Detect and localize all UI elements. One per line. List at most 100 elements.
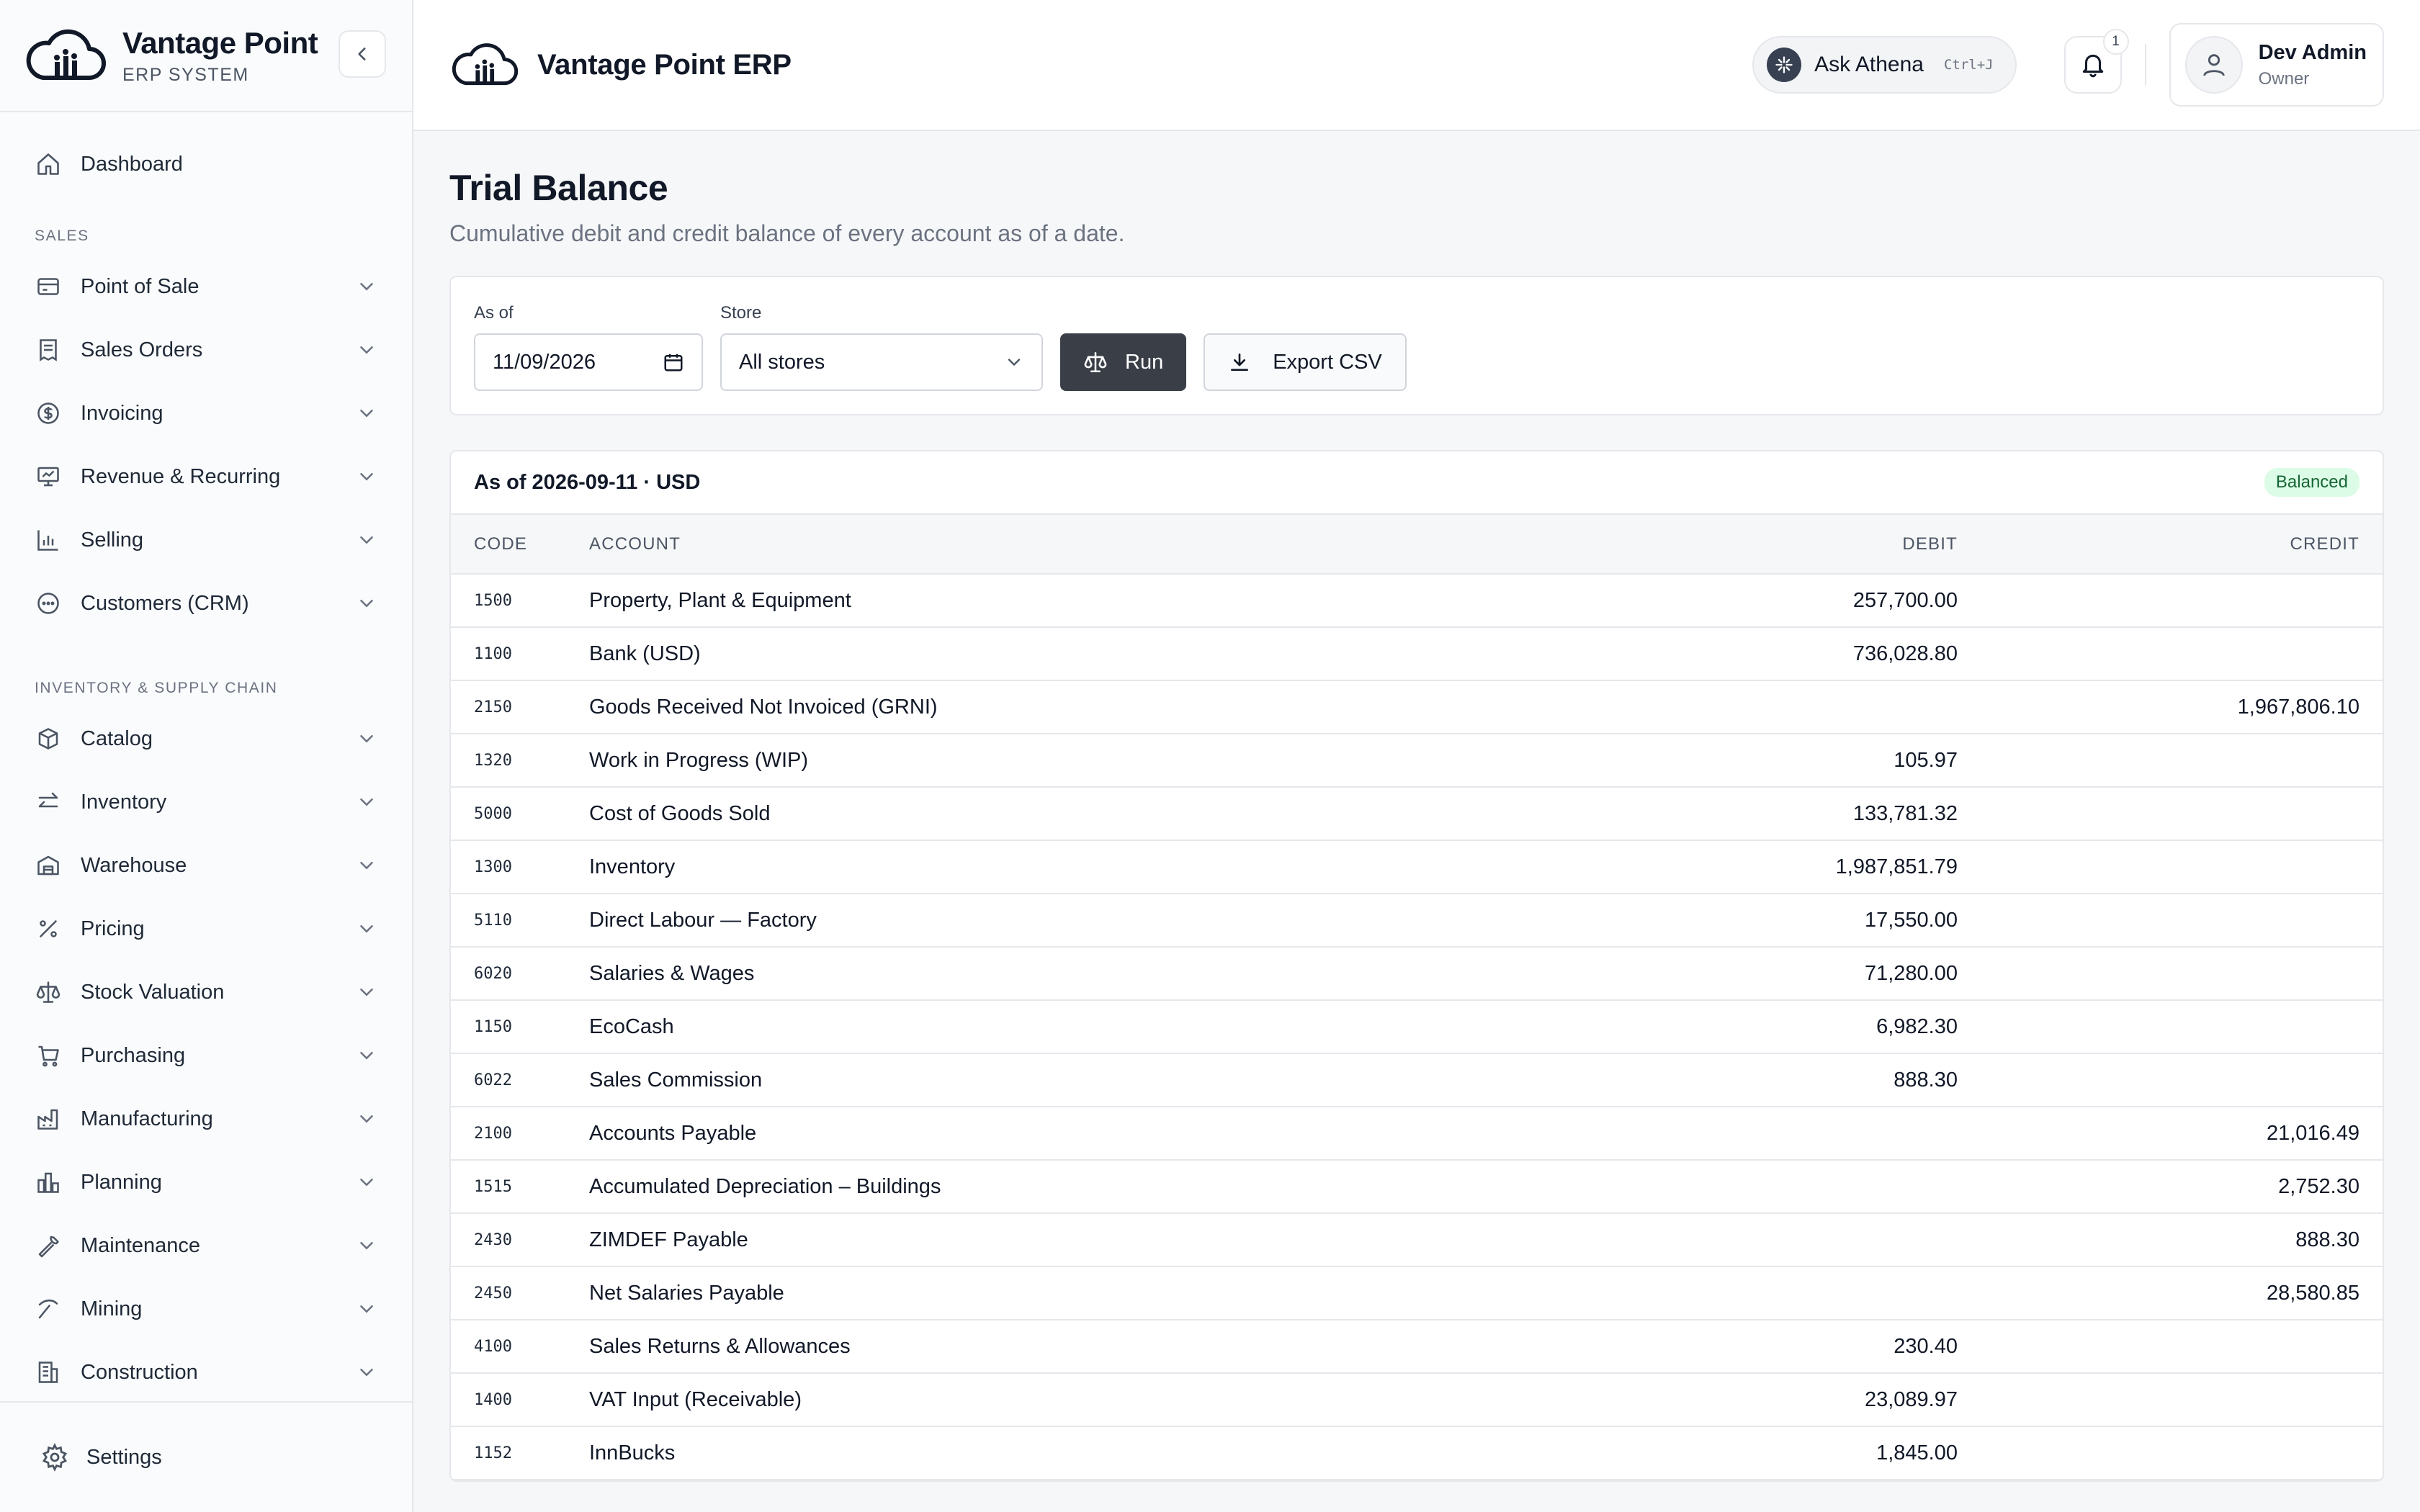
status-badge: Balanced [2264, 468, 2360, 497]
sidebar-item-label: Mining [81, 1297, 143, 1320]
calendar-icon[interactable] [663, 351, 684, 373]
receipt-icon [35, 336, 62, 364]
table-row[interactable]: 1152 InnBucks 1,845.00 [451, 1426, 2383, 1480]
notification-count-badge: 1 [2102, 29, 2129, 55]
as-of-date-input[interactable]: 11/09/2026 [474, 333, 703, 391]
store-label: Store [720, 303, 762, 323]
sidebar-item-revenue-recurring[interactable]: Revenue & Recurring [0, 445, 412, 508]
sidebar-item-manufacturing[interactable]: Manufacturing [0, 1087, 412, 1151]
table-row[interactable]: 1515 Accumulated Depreciation – Buildings… [451, 1160, 2383, 1214]
table-row[interactable]: 1150 EcoCash 6,982.30 [451, 1000, 2383, 1054]
chat-bubble-icon [35, 590, 62, 617]
debit-cell [1533, 1107, 1965, 1161]
table-row[interactable]: 5000 Cost of Goods Sold 133,781.32 [451, 787, 2383, 841]
sidebar-item-maintenance[interactable]: Maintenance [0, 1214, 412, 1277]
debit-cell: 230.40 [1533, 1320, 1965, 1374]
account-name-cell: Property, Plant & Equipment [589, 574, 1533, 628]
gear-icon [42, 1443, 68, 1472]
column-header-account[interactable]: ACCOUNT [589, 515, 1533, 575]
sidebar-section-inventory: INVENTORY & SUPPLY CHAIN [35, 680, 278, 696]
chevron-down-icon [360, 1369, 373, 1377]
table-row[interactable]: 2450 Net Salaries Payable 28,580.85 [451, 1266, 2383, 1320]
column-header-debit[interactable]: DEBIT [1533, 515, 1965, 575]
account-code-cell: 1400 [451, 1373, 589, 1427]
table-row[interactable]: 6022 Sales Commission 888.30 [451, 1053, 2383, 1107]
debit-cell [1533, 1266, 1965, 1320]
chevron-down-icon [360, 735, 373, 743]
account-code-cell: 1500 [451, 574, 589, 628]
sidebar-item-planning[interactable]: Planning [0, 1151, 412, 1214]
collapse-sidebar-button[interactable] [339, 30, 386, 78]
account-code-cell: 2430 [451, 1213, 589, 1267]
column-header-code[interactable]: CODE [451, 515, 589, 575]
debit-cell: 71,280.00 [1533, 947, 1965, 1001]
export-csv-button[interactable]: Export CSV [1204, 333, 1407, 391]
debit-cell: 23,089.97 [1533, 1373, 1965, 1427]
table-row[interactable]: 1400 VAT Input (Receivable) 23,089.97 [451, 1373, 2383, 1427]
account-name-cell: Bank (USD) [589, 627, 1533, 681]
keyboard-shortcut: Ctrl+J [1943, 57, 1994, 73]
sidebar-item-pricing[interactable]: Pricing [0, 897, 412, 960]
sidebar-item-label: Planning [81, 1170, 162, 1194]
presentation-chart-icon [35, 463, 62, 490]
table-row[interactable]: 1300 Inventory 1,987,851.79 [451, 840, 2383, 894]
sidebar-item-customers-crm[interactable]: Customers (CRM) [0, 572, 412, 635]
table-row[interactable]: 1500 Property, Plant & Equipment 257,700.0… [451, 574, 2383, 628]
sidebar-item-inventory[interactable]: Inventory [0, 770, 412, 834]
table-row[interactable]: 1100 Bank (USD) 736,028.80 [451, 627, 2383, 681]
credit-cell: 28,580.85 [1965, 1266, 2383, 1320]
debit-cell: 17,550.00 [1533, 894, 1965, 948]
table-row[interactable]: 4100 Sales Returns & Allowances 230.40 [451, 1320, 2383, 1374]
wrench-icon [35, 1232, 62, 1259]
user-role: Owner [2258, 68, 2310, 89]
account-code-cell: 1320 [451, 734, 589, 788]
sidebar-item-settings[interactable]: Settings [0, 1401, 412, 1512]
sidebar-item-invoicing[interactable]: Invoicing [0, 382, 412, 445]
brand-header: Vantage Point ERP SYSTEM [0, 0, 412, 112]
sidebar-item-purchasing[interactable]: Purchasing [0, 1024, 412, 1087]
sidebar-item-label: Revenue & Recurring [81, 464, 281, 488]
table-row[interactable]: 2150 Goods Received Not Invoiced (GRNI) 1,… [451, 680, 2383, 734]
sidebar-item-warehouse[interactable]: Warehouse [0, 834, 412, 897]
sidebar-item-sales-orders[interactable]: Sales Orders [0, 318, 412, 382]
account-name-cell: Direct Labour — Factory [589, 894, 1533, 948]
debit-cell: 1,987,851.79 [1533, 840, 1965, 894]
table-row[interactable]: 2430 ZIMDEF Payable 888.30 [451, 1213, 2383, 1267]
sidebar-item-mining[interactable]: Mining [0, 1277, 412, 1341]
divider [2144, 44, 2146, 86]
sidebar-item-stock-valuation[interactable]: Stock Valuation [0, 960, 412, 1024]
run-button[interactable]: Run [1060, 333, 1187, 391]
sidebar-item-label: Stock Valuation [81, 980, 225, 1004]
account-name-cell: Accumulated Depreciation – Buildings [589, 1160, 1533, 1214]
ask-athena-button[interactable]: Ask Athena Ctrl+J [1752, 36, 2017, 94]
table-row[interactable]: 1320 Work in Progress (WIP) 105.97 [451, 734, 2383, 788]
sidebar-item-point-of-sale[interactable]: Point of Sale [0, 255, 412, 318]
sparkle-icon [1767, 48, 1802, 82]
building-icon [35, 1359, 62, 1386]
sidebar-item-label: Manufacturing [81, 1107, 213, 1130]
column-header-credit[interactable]: CREDIT [1965, 515, 2383, 575]
sidebar-item-dashboard[interactable]: Dashboard [0, 132, 412, 196]
report-heading: As of 2026-09-11 · USD [474, 470, 701, 494]
avatar [2184, 36, 2243, 94]
table-row[interactable]: 2100 Accounts Payable 21,016.49 [451, 1107, 2383, 1161]
table-row[interactable]: 6020 Salaries & Wages 71,280.00 [451, 947, 2383, 1001]
cloud-logo-icon [26, 29, 106, 80]
user-menu[interactable]: Dev Admin Owner [2169, 23, 2384, 107]
notifications-button[interactable]: 1 [2063, 29, 2129, 94]
account-name-cell: Goods Received Not Invoiced (GRNI) [589, 680, 1533, 734]
export-csv-label: Export CSV [1273, 350, 1382, 374]
sidebar-item-construction[interactable]: Construction [0, 1341, 412, 1401]
debit-cell [1533, 1213, 1965, 1267]
sidebar-item-label: Pricing [81, 917, 145, 940]
top-bar: Vantage Point ERP Ask Athena Ctrl+J 1 De… [413, 0, 2420, 131]
arrows-swap-icon [35, 788, 62, 816]
sidebar-item-selling[interactable]: Selling [0, 508, 412, 572]
debit-cell: 736,028.80 [1533, 627, 1965, 681]
account-name-cell: Sales Returns & Allowances [589, 1320, 1533, 1374]
debit-cell: 105.97 [1533, 734, 1965, 788]
sidebar-item-catalog[interactable]: Catalog [0, 707, 412, 770]
store-select[interactable]: All stores [720, 333, 1043, 391]
chevron-down-icon [360, 473, 373, 481]
table-row[interactable]: 5110 Direct Labour — Factory 17,550.00 [451, 894, 2383, 948]
